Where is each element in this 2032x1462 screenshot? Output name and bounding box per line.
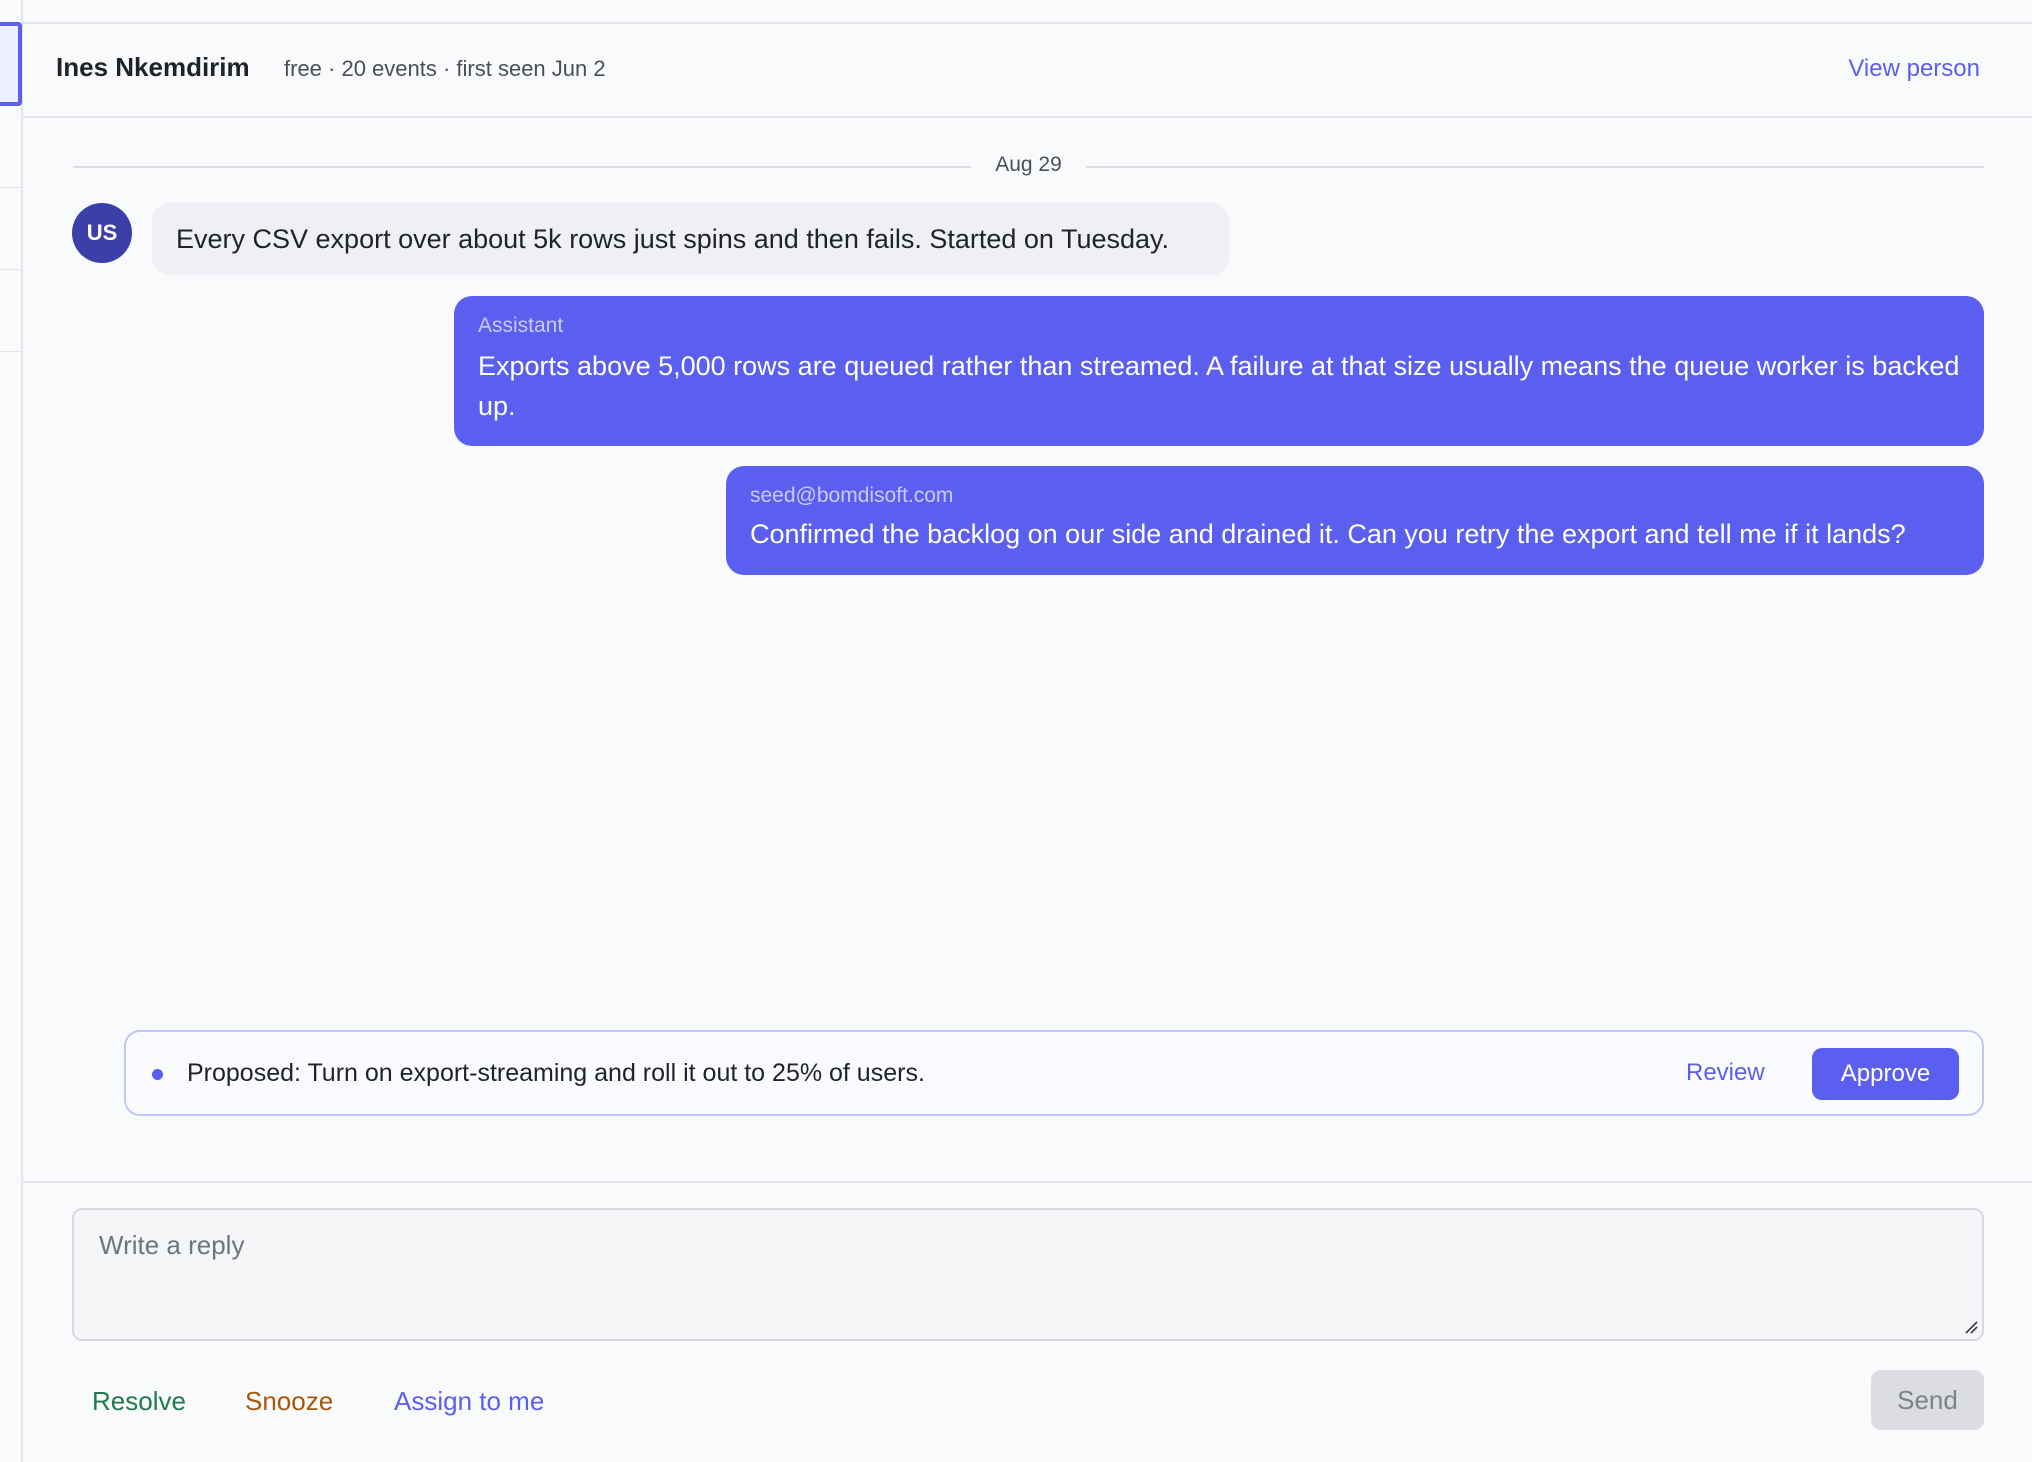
conversation-list-edge <box>0 0 23 1462</box>
composer-divider <box>23 1181 2032 1183</box>
snooze-button[interactable]: Snooze <box>245 1386 333 1417</box>
date-label: Aug 29 <box>995 153 1062 176</box>
list-divider <box>0 351 21 352</box>
view-person-link[interactable]: View person <box>1848 55 1980 83</box>
proposal-card: Proposed: Turn on export-streaming and r… <box>124 1030 1984 1116</box>
approve-button[interactable]: Approve <box>1812 1048 1959 1100</box>
message-text: Exports above 5,000 rows are queued rath… <box>478 351 1960 421</box>
user-message-bubble: Every CSV export over about 5k rows just… <box>152 203 1229 275</box>
send-button[interactable]: Send <box>1871 1370 1984 1430</box>
avatar: US <box>72 203 132 263</box>
divider-line <box>73 166 971 168</box>
message-sender: seed@bomdisoft.com <box>750 484 954 507</box>
resize-grip-icon[interactable] <box>1964 1320 1978 1334</box>
reply-input[interactable] <box>72 1208 1984 1341</box>
divider-line <box>1086 166 1984 168</box>
conversation-list-selected-item[interactable] <box>0 22 22 106</box>
person-meta: free · 20 events · first seen Jun 2 <box>284 56 606 81</box>
person-name: Ines Nkemdirim <box>56 52 250 82</box>
agent-message-bubble: seed@bomdisoft.com Confirmed the backlog… <box>726 466 1984 575</box>
message-sender: Assistant <box>478 314 564 337</box>
proposal-text: Proposed: Turn on export-streaming and r… <box>187 1059 925 1087</box>
assistant-message-bubble: Assistant Exports above 5,000 rows are q… <box>454 296 1984 446</box>
conversation-header: Ines Nkemdirim free · 20 events · first … <box>23 24 2032 118</box>
list-divider <box>0 187 21 188</box>
message-text: Confirmed the backlog on our side and dr… <box>750 519 1906 549</box>
assign-to-me-button[interactable]: Assign to me <box>394 1386 544 1417</box>
dot-icon <box>152 1069 163 1080</box>
resolve-button[interactable]: Resolve <box>92 1386 186 1417</box>
date-divider: Aug 29 <box>73 152 1984 180</box>
review-button[interactable]: Review <box>1686 1059 1765 1087</box>
list-divider <box>0 269 21 270</box>
